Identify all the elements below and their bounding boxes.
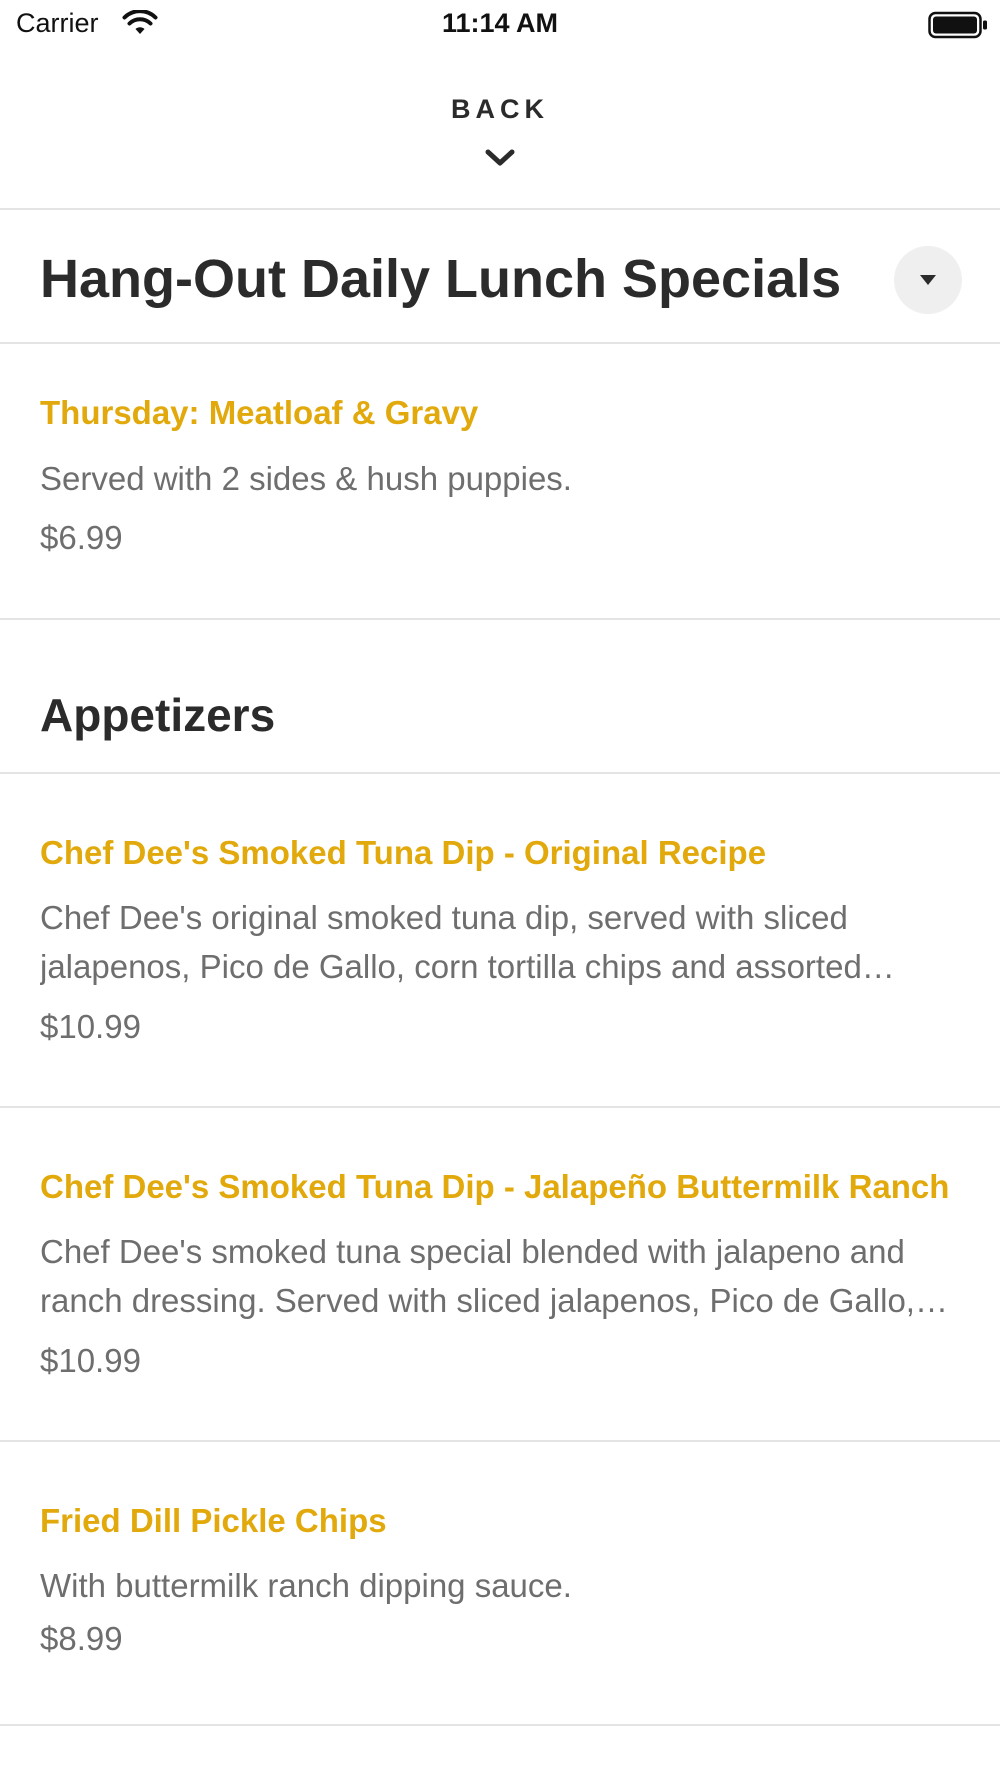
- item-description: Served with 2 sides & hush puppies.: [40, 460, 572, 497]
- menu-item[interactable]: Chef Dee's Smoked Tuna Dip - Jalapeño Bu…: [0, 1108, 1000, 1442]
- back-button[interactable]: BACK: [0, 52, 1000, 210]
- item-description: Chef Dee's original smoked tuna dip, ser…: [40, 899, 862, 985]
- item-description: Chef Dee's smoked tuna special blended w…: [40, 1233, 915, 1319]
- section-header-appetizers: Appetizers: [0, 620, 1000, 774]
- item-name: Fried Dill Pickle Chips: [40, 1502, 387, 1539]
- section-dropdown-button[interactable]: [894, 246, 962, 314]
- menu-item[interactable]: Chef Dee's Smoked Tuna Dip - Original Re…: [0, 774, 1000, 1108]
- item-price: $8.99: [40, 1620, 123, 1657]
- caret-down-icon: [920, 275, 936, 285]
- section-title: Hang-Out Daily Lunch Specials: [40, 249, 842, 309]
- section-header-lunch-specials: Hang-Out Daily Lunch Specials: [0, 210, 1000, 344]
- status-bar: Carrier 11:14 AM: [0, 0, 1000, 52]
- menu-screen: Carrier 11:14 AM BACK Hang-Out Daily Lun…: [0, 0, 1000, 1778]
- menu-item[interactable]: Fried Dill Pickle Chips With buttermilk …: [0, 1442, 1000, 1726]
- item-name: Chef Dee's Smoked Tuna Dip - Jalapeño Bu…: [40, 1168, 950, 1205]
- battery-icon: [928, 11, 987, 39]
- item-name: Thursday: Meatloaf & Gravy: [40, 394, 479, 431]
- item-price: $10.99: [40, 1342, 141, 1379]
- item-name: Chef Dee's Smoked Tuna Dip - Original Re…: [40, 834, 767, 871]
- status-time: 11:14 AM: [441, 8, 559, 38]
- back-label: BACK: [451, 94, 549, 124]
- item-price: $6.99: [40, 519, 123, 556]
- section-title: Appetizers: [40, 689, 276, 741]
- chevron-down-icon: [485, 149, 515, 166]
- item-description: With buttermilk ranch dipping sauce.: [40, 1567, 572, 1604]
- item-price: $10.99: [40, 1008, 141, 1045]
- menu-item[interactable]: Thursday: Meatloaf & Gravy Served with 2…: [0, 344, 1000, 620]
